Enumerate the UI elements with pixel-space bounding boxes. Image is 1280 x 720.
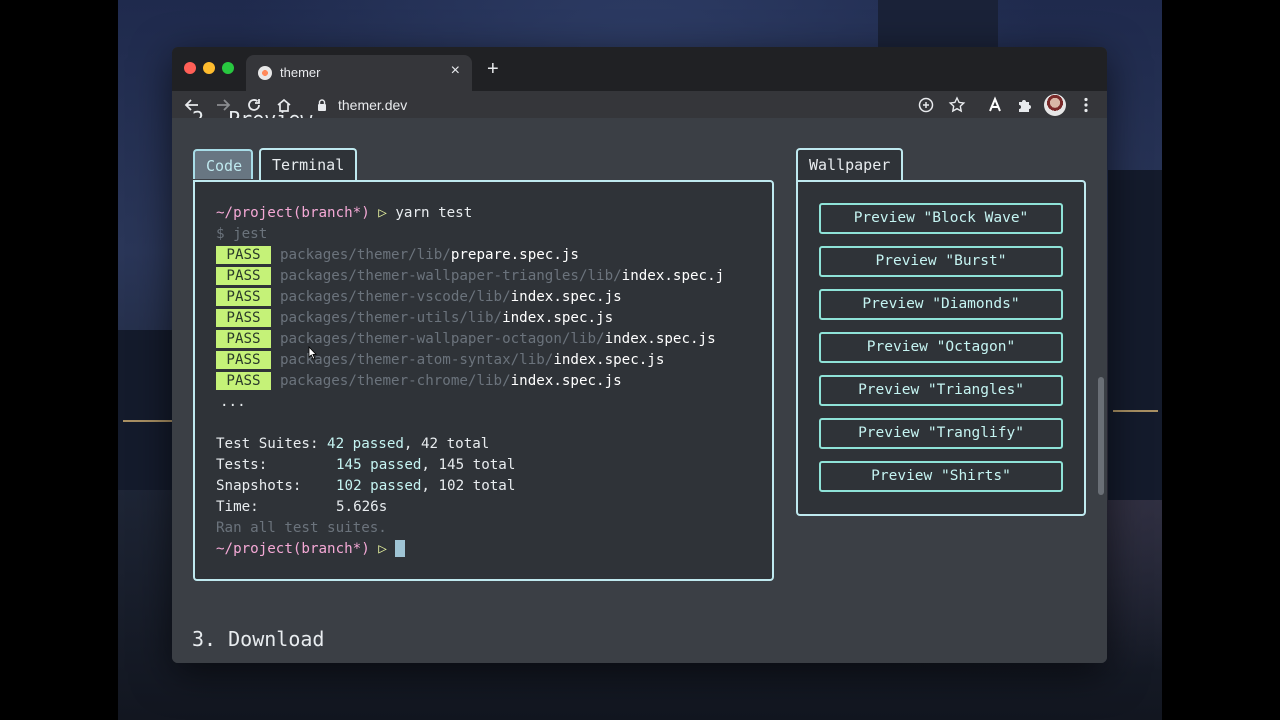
minimize-window-button[interactable]	[203, 62, 215, 74]
result-dir: packages/themer-chrome/lib/	[280, 373, 511, 389]
page-scrollbar[interactable]	[1098, 377, 1104, 495]
result-dir: packages/themer-wallpaper-octagon/lib/	[280, 331, 605, 347]
pass-badge: PASS	[216, 246, 271, 264]
browser-window: themer × + themer.dev Code Terminal ~/pr…	[172, 47, 1107, 663]
result-file: index.spec.js	[510, 289, 622, 305]
preview-diamonds-button[interactable]: Preview "Diamonds"	[819, 289, 1063, 320]
prompt-line: ~/project(branch*) ▷	[216, 540, 406, 558]
summary-passed: 42 passed	[327, 436, 404, 452]
pass-badge: PASS	[216, 288, 271, 306]
lock-icon	[318, 99, 326, 111]
prompt-path: ~/project(branch*)	[216, 205, 370, 221]
tab-bar: themer × +	[172, 47, 1107, 91]
pass-badge: PASS	[216, 309, 271, 327]
new-tab-button[interactable]: +	[487, 59, 499, 79]
browser-tab[interactable]: themer ×	[246, 55, 472, 91]
result-dir: packages/themer-atom-syntax/lib/	[280, 352, 554, 368]
jest-line: $ jest	[216, 226, 268, 242]
summary-tests: Tests: 145 passed, 145 total	[216, 457, 516, 473]
test-result-row: PASS packages/themer-utils/lib/index.spec…	[216, 309, 613, 327]
url-text: themer.dev	[338, 97, 408, 113]
result-dir: packages/themer/lib/	[280, 247, 451, 263]
summary-passed: 145 passed	[336, 457, 422, 473]
preview-block-wave-button[interactable]: Preview "Block Wave"	[819, 203, 1063, 234]
result-file: prepare.spec.js	[450, 247, 579, 263]
result-dir: packages/themer-utils/lib/	[280, 310, 503, 326]
pass-badge: PASS	[216, 267, 271, 285]
address-bar[interactable]: themer.dev	[306, 91, 968, 119]
terminal-cursor[interactable]	[395, 540, 406, 557]
summary-total: 145 total	[438, 457, 516, 473]
menu-kebab-icon[interactable]	[1076, 95, 1096, 115]
terminal-panel: ~/project(branch*) ▷ yarn test $ jest PA…	[193, 180, 774, 581]
command-text: yarn test	[395, 205, 473, 221]
prompt-line: ~/project(branch*) ▷ yarn test	[216, 204, 472, 222]
result-file: index.spec.j	[621, 268, 725, 284]
tab-terminal[interactable]: Terminal	[259, 148, 357, 181]
tab-title: themer	[280, 65, 321, 80]
profile-avatar[interactable]	[1044, 94, 1066, 116]
ellipsis: ...	[220, 394, 246, 410]
summary-total: 42 total	[421, 436, 490, 452]
favicon-icon	[258, 66, 272, 80]
summary-total: 102 total	[438, 478, 516, 494]
summary-label: Snapshots:	[216, 478, 302, 494]
result-file: index.spec.js	[553, 352, 665, 368]
result-file: index.spec.js	[510, 373, 622, 389]
prompt-arrow-icon: ▷	[378, 541, 387, 557]
summary-label: Tests:	[216, 457, 268, 473]
summary-suites: Test Suites: 42 passed, 42 total	[216, 436, 490, 452]
preview-tranglify-button[interactable]: Preview "Tranglify"	[819, 418, 1063, 449]
maximize-window-button[interactable]	[222, 62, 234, 74]
test-result-row: PASS packages/themer-vscode/lib/index.spe…	[216, 288, 622, 306]
bookmark-star-icon[interactable]	[947, 95, 967, 115]
preview-shirts-button[interactable]: Preview "Shirts"	[819, 461, 1063, 492]
result-file: index.spec.js	[604, 331, 716, 347]
extensions-puzzle-icon[interactable]	[1015, 95, 1035, 115]
page-content: 2. Preview Code Terminal ~/project(branc…	[172, 107, 1107, 663]
test-result-row: PASS packages/themer/lib/prepare.spec.js	[216, 246, 579, 264]
test-result-row: PASS packages/themer-atom-syntax/lib/inde…	[216, 351, 664, 369]
extension-a-icon[interactable]	[985, 95, 1005, 115]
time-value: 5.626s	[336, 499, 388, 515]
test-result-row: PASS packages/themer-wallpaper-octagon/li…	[216, 330, 716, 348]
pass-badge: PASS	[216, 330, 271, 348]
tab-wallpaper[interactable]: Wallpaper	[796, 148, 903, 181]
mouse-pointer-icon	[308, 346, 317, 360]
summary-label: Time:	[216, 499, 259, 515]
prompt-arrow-icon: ▷	[378, 205, 387, 221]
ran-all-line: Ran all test suites.	[216, 520, 387, 536]
tab-code[interactable]: Code	[193, 149, 253, 179]
pass-badge: PASS	[216, 351, 271, 369]
preview-octagon-button[interactable]: Preview "Octagon"	[819, 332, 1063, 363]
close-window-button[interactable]	[184, 62, 196, 74]
wallpaper-panel: Preview "Block Wave" Preview "Burst" Pre…	[796, 180, 1086, 516]
pass-badge: PASS	[216, 372, 271, 390]
summary-passed: 102 passed	[336, 478, 422, 494]
preview-burst-button[interactable]: Preview "Burst"	[819, 246, 1063, 277]
summary-snapshots: Snapshots: 102 passed, 102 total	[216, 478, 516, 494]
test-result-row: PASS packages/themer-wallpaper-triangles/…	[216, 267, 724, 285]
summary-label: Test Suites:	[216, 436, 319, 452]
result-dir: packages/themer-vscode/lib/	[280, 289, 511, 305]
summary-time: Time: 5.626s	[216, 498, 387, 516]
section-heading-download: 3. Download	[192, 627, 325, 651]
close-tab-icon[interactable]: ×	[451, 63, 460, 79]
result-dir: packages/themer-wallpaper-triangles/lib/	[280, 268, 622, 284]
test-result-row: PASS packages/themer-chrome/lib/index.spe…	[216, 372, 622, 390]
result-file: index.spec.js	[502, 310, 614, 326]
install-app-icon[interactable]	[916, 95, 936, 115]
prompt-path: ~/project(branch*)	[216, 541, 370, 557]
preview-triangles-button[interactable]: Preview "Triangles"	[819, 375, 1063, 406]
